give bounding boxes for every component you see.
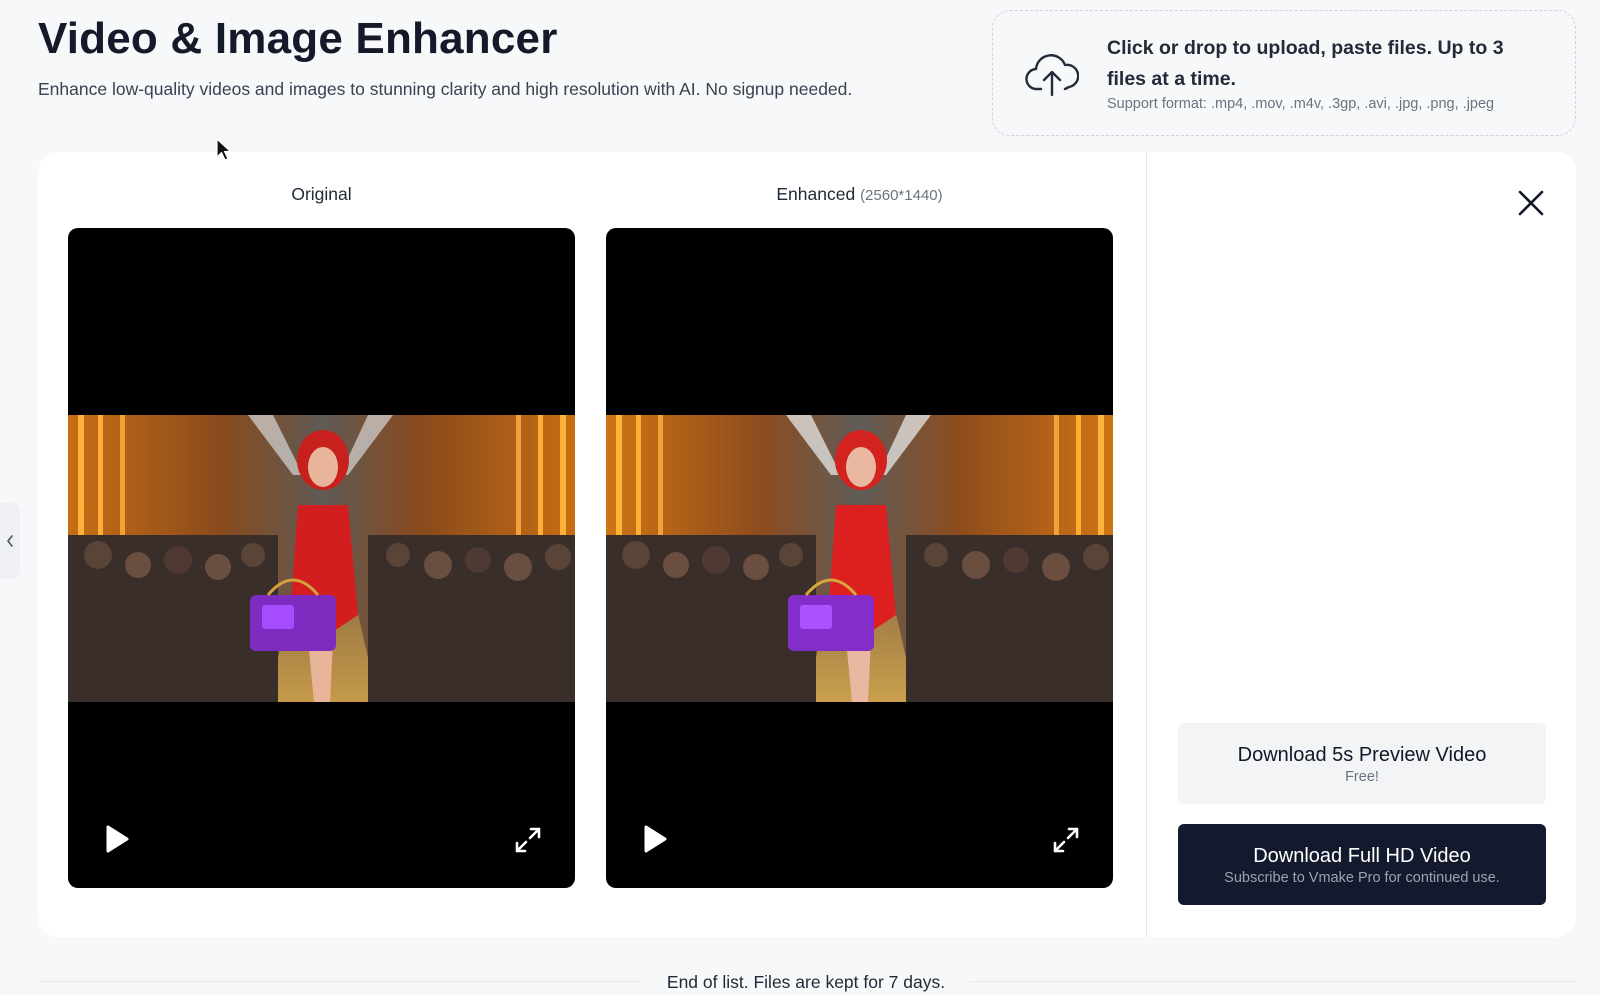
enhanced-resolution: (2560*1440) [860,187,943,204]
download-full-hd-sublabel: Subscribe to Vmake Pro for continued use… [1224,869,1500,886]
original-video-frame [68,415,575,702]
enhanced-label: Enhanced (2560*1440) [606,184,1113,205]
original-play-icon[interactable] [102,824,130,854]
download-preview-label: Download 5s Preview Video [1237,743,1487,766]
sidebar-toggle[interactable] [0,503,20,579]
upload-dropzone[interactable]: Click or drop to upload, paste files. Up… [992,10,1576,136]
enhanced-play-icon[interactable] [640,824,668,854]
cloud-upload-icon [1025,54,1079,97]
mouse-cursor-icon [216,138,232,161]
download-full-hd-button[interactable]: Download Full HD Video Subscribe to Vmak… [1178,824,1546,905]
supported-formats: Support format: .mp4, .mov, .m4v, .3gp, … [1107,96,1495,112]
download-full-hd-label: Download Full HD Video [1253,844,1471,867]
close-icon[interactable] [1516,188,1546,218]
chevron-left-icon [7,535,13,547]
download-preview-button[interactable]: Download 5s Preview Video Free! [1178,723,1546,804]
enhanced-fullscreen-icon[interactable] [1052,826,1080,854]
page-title: Video & Image Enhancer [38,14,558,63]
original-fullscreen-icon[interactable] [514,826,542,854]
enhanced-label-text: Enhanced [776,184,856,204]
end-of-list-notice: End of list. Files are kept for 7 days. [666,972,946,992]
enhanced-video-frame [606,415,1113,702]
upload-instructions: Click or drop to upload, paste files. Up… [1107,37,1504,90]
comparison-card: Original Enhanced (2560*1440) Download 5… [38,152,1576,937]
download-preview-sublabel: Free! [1345,768,1379,785]
page-subtitle: Enhance low-quality videos and images to… [38,79,853,99]
original-label: Original [68,184,575,205]
original-video-player[interactable] [68,228,575,888]
original-label-text: Original [291,184,352,204]
panel-divider [1146,152,1147,937]
enhanced-video-player[interactable] [606,228,1113,888]
